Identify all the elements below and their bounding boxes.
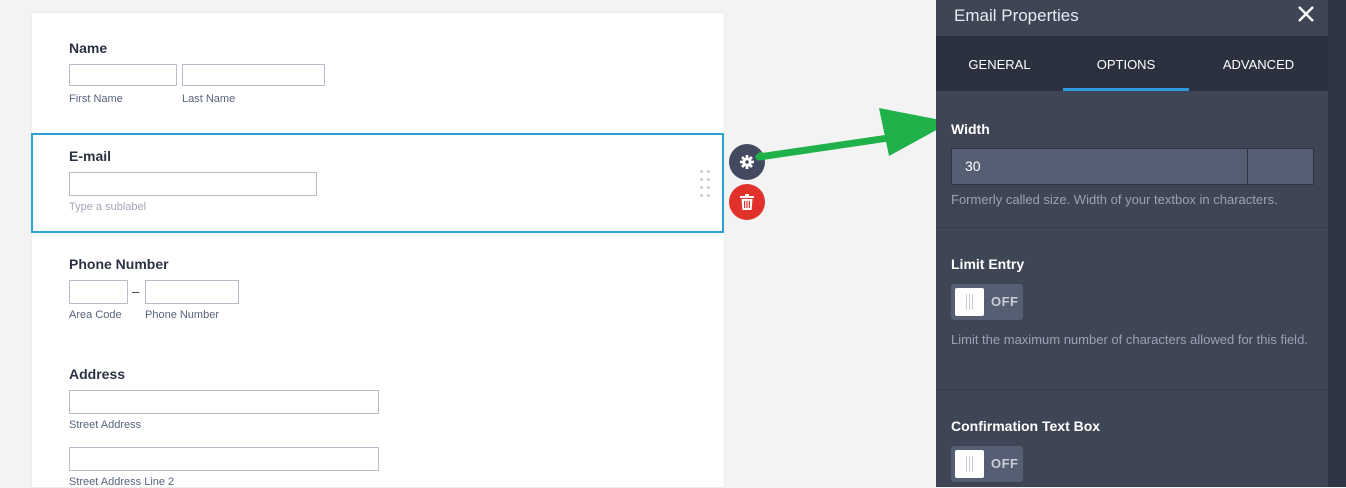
- close-icon[interactable]: [1296, 4, 1316, 24]
- name-field-label: Name: [69, 40, 108, 56]
- last-name-sublabel: Last Name: [182, 93, 236, 105]
- field-delete-button[interactable]: [729, 184, 765, 220]
- width-description: Formerly called size. Width of your text…: [951, 192, 1278, 207]
- width-unit-addon: [1247, 148, 1314, 185]
- gear-icon: [740, 155, 754, 169]
- confirmation-toggle-state: OFF: [991, 456, 1019, 471]
- trash-icon: [740, 194, 754, 210]
- email-input[interactable]: [69, 172, 317, 196]
- area-code-sublabel: Area Code: [69, 309, 122, 321]
- toggle-knob: [955, 288, 984, 316]
- phone-separator: –: [132, 284, 140, 299]
- panel-scrollbar[interactable]: [1328, 0, 1346, 487]
- confirmation-label: Confirmation Text Box: [951, 418, 1101, 434]
- street-address-input[interactable]: [69, 390, 379, 414]
- annotation-arrow: [755, 108, 951, 161]
- street-address-line2-input[interactable]: [69, 447, 379, 471]
- tab-general[interactable]: GENERAL: [936, 36, 1063, 91]
- address-field-label: Address: [69, 366, 126, 382]
- tab-options[interactable]: OPTIONS: [1063, 36, 1189, 91]
- confirmation-toggle[interactable]: OFF: [951, 446, 1023, 482]
- toggle-knob: [955, 450, 984, 478]
- width-input[interactable]: 30: [951, 148, 1248, 185]
- first-name-sublabel: First Name: [69, 93, 123, 105]
- tab-advanced[interactable]: ADVANCED: [1189, 36, 1328, 91]
- phone-number-input[interactable]: [145, 280, 239, 304]
- street-address-sublabel: Street Address: [69, 419, 142, 431]
- last-name-input[interactable]: [182, 64, 325, 86]
- properties-panel: Email Properties GENERAL OPTIONS ADVANCE…: [936, 0, 1346, 487]
- limit-entry-toggle[interactable]: OFF: [951, 284, 1023, 320]
- email-field-label: E-mail: [69, 148, 112, 164]
- phone-number-sublabel: Phone Number: [145, 309, 219, 321]
- panel-header: Email Properties: [936, 0, 1328, 36]
- phone-field-label: Phone Number: [69, 256, 169, 272]
- drag-handle-icon[interactable]: [699, 170, 711, 198]
- properties-tabs: GENERAL OPTIONS ADVANCED: [936, 36, 1328, 91]
- limit-entry-label: Limit Entry: [951, 256, 1025, 272]
- street-address-line2-sublabel: Street Address Line 2: [69, 476, 175, 488]
- panel-title: Email Properties: [954, 6, 1079, 25]
- width-label: Width: [951, 121, 990, 137]
- limit-entry-description: Limit the maximum number of characters a…: [951, 332, 1308, 347]
- area-code-input[interactable]: [69, 280, 128, 304]
- email-sublabel[interactable]: Type a sublabel: [69, 201, 146, 213]
- limit-entry-toggle-state: OFF: [991, 294, 1019, 309]
- first-name-input[interactable]: [69, 64, 177, 86]
